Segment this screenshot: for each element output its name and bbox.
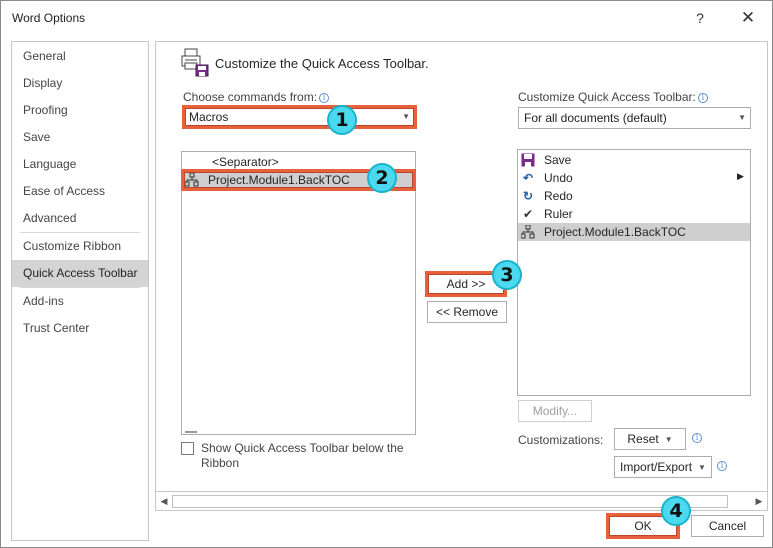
toolbar-commands-list[interactable]: Save ↶ Undo ↻ Redo ✔ Ruler Project.Modul…: [517, 149, 751, 396]
word-options-dialog: Word Options ? ✕ General Display Proofin…: [0, 0, 773, 548]
sidebar: General Display Proofing Save Language E…: [11, 41, 149, 541]
info-icon: i: [692, 433, 702, 443]
chevron-down-icon: ▼: [698, 463, 706, 472]
list-item-label: Ruler: [544, 207, 573, 221]
chevron-down-icon: ▼: [664, 435, 673, 444]
macro-icon: [520, 224, 535, 239]
sidebar-item-language[interactable]: Language: [12, 151, 148, 178]
scroll-right-icon[interactable]: ▶: [754, 495, 764, 507]
cancel-button[interactable]: Cancel: [691, 515, 764, 537]
list-item-label: Save: [544, 153, 572, 167]
modify-button[interactable]: Modify...: [518, 400, 592, 422]
show-below-ribbon-label: Show Quick Access Toolbar below the Ribb…: [201, 441, 404, 470]
import-export-button[interactable]: Import/Export ▼: [614, 456, 712, 478]
info-icon: i: [717, 461, 727, 471]
remove-button[interactable]: << Remove: [427, 301, 507, 323]
sidebar-item-trust-center[interactable]: Trust Center: [12, 315, 148, 342]
import-export-button-label: Import/Export: [620, 460, 693, 474]
reset-button-label: Reset: [627, 432, 659, 446]
sidebar-item-proofing[interactable]: Proofing: [12, 97, 148, 124]
sidebar-item-add-ins[interactable]: Add-ins: [12, 288, 148, 315]
list-item-undo[interactable]: ↶ Undo: [518, 169, 750, 187]
callout-badge-4: 4: [661, 496, 691, 526]
list-item-label: <Separator>: [212, 155, 279, 169]
help-button[interactable]: ?: [689, 7, 711, 29]
list-item-label: Project.Module1.BackTOC: [544, 225, 686, 239]
save-icon: [521, 153, 535, 167]
scrollbar-thumb[interactable]: [172, 495, 728, 508]
ok-button-label: OK: [634, 519, 652, 533]
customize-toolbar-dropdown[interactable]: For all documents (default) ▼: [518, 107, 751, 129]
undo-icon: ↶: [522, 171, 534, 185]
submenu-arrow-icon[interactable]: ▶: [737, 171, 744, 182]
list-item-backtoc[interactable]: Project.Module1.BackTOC: [518, 223, 750, 241]
list-item-label: Undo: [544, 171, 573, 185]
redo-icon: ↻: [522, 189, 534, 203]
sidebar-item-customize-ribbon[interactable]: Customize Ribbon: [12, 233, 148, 260]
choose-commands-dropdown[interactable]: Macros ▼: [183, 106, 415, 128]
list-item-save[interactable]: Save: [518, 151, 750, 169]
commands-list[interactable]: <Separator> Project.Module1.BackTOC: [181, 151, 416, 435]
dialog-title: Word Options: [12, 11, 86, 25]
info-icon: i: [697, 93, 708, 103]
macro-icon: [184, 172, 199, 187]
info-icon: i: [319, 93, 330, 103]
list-resize-mark: [185, 431, 197, 433]
sidebar-item-quick-access-toolbar[interactable]: Quick Access Toolbar: [12, 260, 148, 287]
chevron-down-icon: ▼: [402, 112, 410, 121]
chevron-down-icon: ▼: [738, 113, 746, 122]
cancel-button-label: Cancel: [708, 519, 747, 533]
sidebar-item-save[interactable]: Save: [12, 124, 148, 151]
title-bar: Word Options ? ✕: [1, 1, 772, 35]
customize-toolbar-label-text: Customize Quick Access Toolbar:: [518, 90, 696, 104]
sidebar-item-display[interactable]: Display: [12, 70, 148, 97]
sidebar-item-advanced[interactable]: Advanced: [12, 205, 148, 232]
show-below-ribbon-checkbox[interactable]: [181, 442, 194, 455]
callout-badge-3: 3: [492, 260, 522, 290]
sidebar-item-general[interactable]: General: [12, 43, 148, 70]
list-item-label: Redo: [544, 189, 573, 203]
choose-commands-value: Macros: [189, 110, 229, 124]
reset-button[interactable]: Reset ▼: [614, 428, 686, 450]
sidebar-item-ease-of-access[interactable]: Ease of Access: [12, 178, 148, 205]
choose-commands-label: Choose commands from: i: [183, 90, 330, 104]
customize-toolbar-label: Customize Quick Access Toolbar: i: [518, 90, 708, 104]
scroll-left-icon[interactable]: ◀: [159, 495, 169, 507]
quick-access-toolbar-icon: [181, 48, 209, 77]
checkmark-icon: ✔: [522, 207, 534, 221]
list-item-label: Project.Module1.BackTOC: [208, 173, 350, 187]
page-heading: Customize the Quick Access Toolbar.: [215, 56, 429, 71]
choose-commands-label-text: Choose commands from:: [183, 90, 318, 104]
modify-button-label: Modify...: [532, 404, 578, 418]
customizations-label: Customizations:: [518, 433, 604, 447]
list-item-redo[interactable]: ↻ Redo: [518, 187, 750, 205]
close-button[interactable]: ✕: [737, 7, 759, 29]
add-button-label: Add >>: [446, 277, 486, 291]
callout-badge-2: 2: [367, 163, 397, 193]
remove-button-label: << Remove: [435, 305, 499, 319]
callout-badge-1: 1: [327, 105, 357, 135]
customize-toolbar-value: For all documents (default): [524, 111, 667, 125]
list-item-ruler[interactable]: ✔ Ruler: [518, 205, 750, 223]
